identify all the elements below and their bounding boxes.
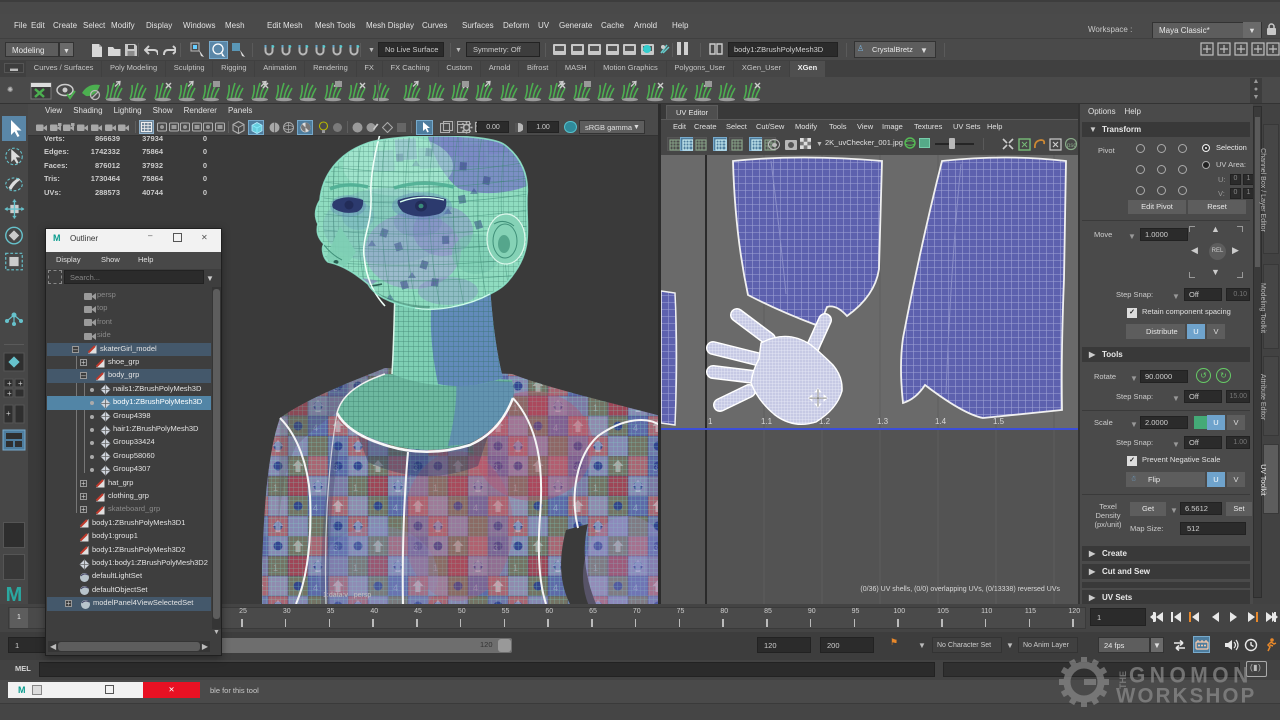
svg-text:1.4: 1.4 (935, 417, 947, 426)
svg-text:+: + (7, 389, 12, 398)
svg-text:+: + (6, 409, 11, 418)
svg-text:+: + (18, 379, 23, 388)
svg-text:1.5: 1.5 (993, 417, 1005, 426)
svg-text:1: 1 (708, 417, 713, 426)
svg-text:WORKSHOP: WORKSHOP (1116, 684, 1256, 708)
svg-text:psd: psd (1067, 143, 1077, 149)
svg-text:+: + (7, 379, 12, 388)
svg-text:1.1: 1.1 (761, 417, 773, 426)
svg-text:1.3: 1.3 (877, 417, 889, 426)
